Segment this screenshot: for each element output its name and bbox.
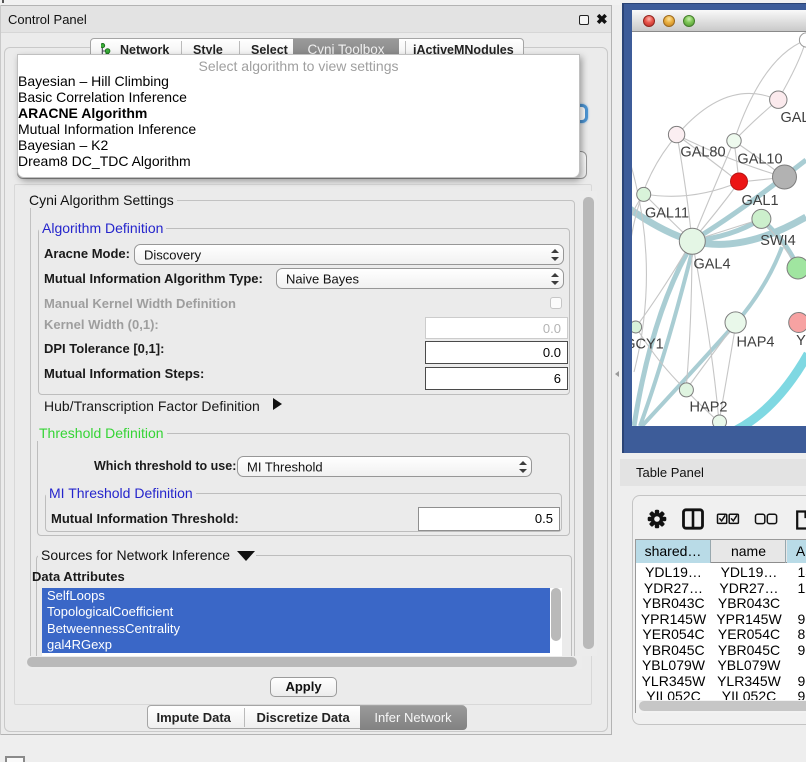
svg-text:GAL: GAL	[780, 110, 806, 126]
svg-text:GCY1: GCY1	[632, 337, 664, 353]
svg-text:HAP2: HAP2	[690, 400, 728, 416]
svg-text:GAL4: GAL4	[693, 257, 730, 273]
svg-text:GAL10: GAL10	[737, 152, 782, 168]
svg-text:GAL80: GAL80	[680, 145, 725, 161]
svg-text:Y: Y	[796, 333, 806, 349]
svg-text:HAP4: HAP4	[737, 335, 775, 351]
svg-text:GAL1: GAL1	[741, 193, 778, 209]
svg-text:SWI4: SWI4	[760, 233, 795, 249]
svg-text:GAL11: GAL11	[645, 206, 689, 222]
